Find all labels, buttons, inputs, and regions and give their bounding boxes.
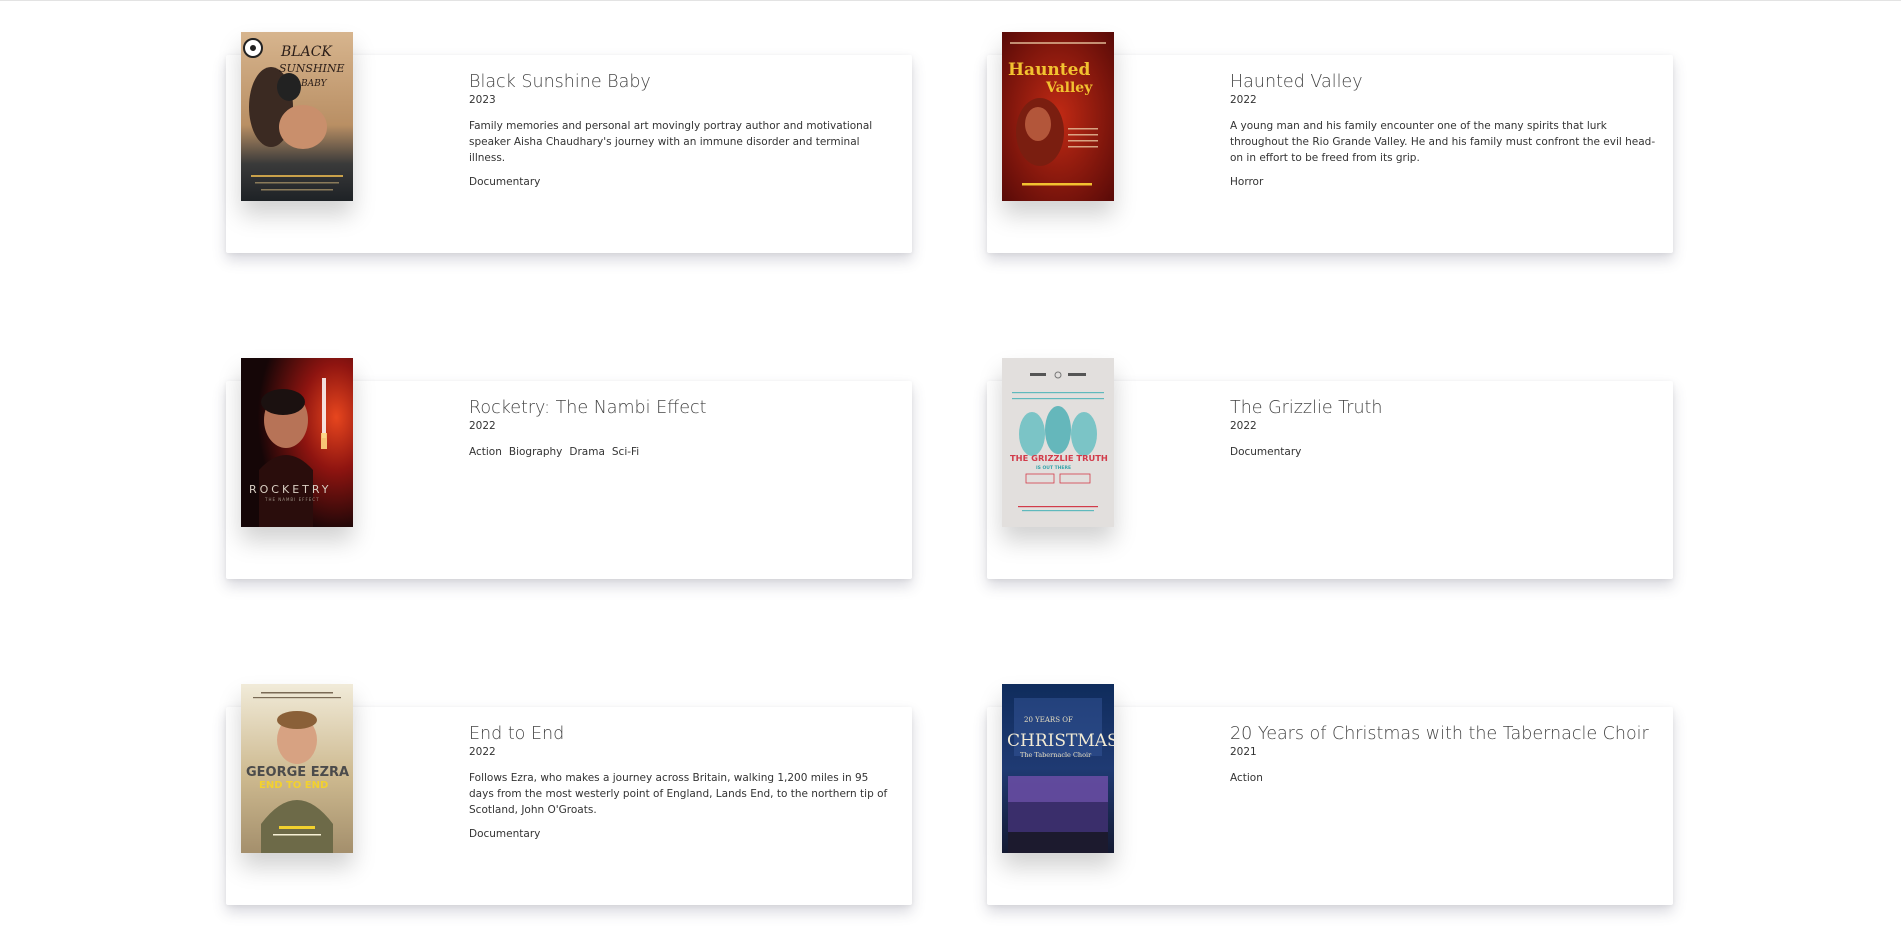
poster-text: The Tabernacle Choir <box>1020 751 1092 759</box>
movie-description: A young man and his family encounter one… <box>1230 120 1656 164</box>
movie-title[interactable]: 20 Years of Christmas with the Tabernacl… <box>1230 723 1657 745</box>
movie-card[interactable]: 20 YEARS OF CHRISTMAS The Tabernacle Cho… <box>987 684 1673 905</box>
movie-info: 20 Years of Christmas with the Tabernacl… <box>1230 723 1657 785</box>
movie-info: Haunted Valley 2022 A young man and his … <box>1230 71 1657 189</box>
genre-list: Documentary <box>469 828 896 841</box>
movie-poster[interactable]: THE GRIZZLIE TRUTH IS OUT THERE <box>1002 358 1114 527</box>
genre-tag: Documentary <box>469 828 541 840</box>
movie-card[interactable]: BLACK SUNSHINE BABY Black Sunshine Baby … <box>226 32 912 253</box>
poster-text: ROCKETRY <box>249 483 332 496</box>
movie-info: The Grizzlie Truth 2022 Documentary <box>1230 397 1657 459</box>
movie-title[interactable]: Rocketry: The Nambi Effect <box>469 397 896 419</box>
genre-tag: Biography <box>508 446 563 458</box>
movie-year: 2022 <box>1230 420 1257 432</box>
genre-tag: Action <box>1230 772 1263 784</box>
movie-card[interactable]: THE GRIZZLIE TRUTH IS OUT THERE The Griz… <box>987 358 1673 579</box>
genre-list: Horror <box>1230 176 1657 189</box>
movie-year: 2022 <box>469 420 496 432</box>
poster-text: THE GRIZZLIE TRUTH <box>1010 453 1108 463</box>
movie-poster[interactable]: 20 YEARS OF CHRISTMAS The Tabernacle Cho… <box>1002 684 1114 853</box>
poster-text: Valley <box>1045 80 1093 96</box>
poster-text: CHRISTMAS <box>1007 731 1114 751</box>
movie-description: Family memories and personal art movingl… <box>469 120 873 164</box>
top-divider <box>0 0 1901 1</box>
genre-tag: Drama <box>569 446 605 458</box>
movie-year: 2022 <box>469 746 496 758</box>
movie-year: 2022 <box>1230 94 1257 106</box>
genre-tag: Horror <box>1230 176 1264 188</box>
movie-poster[interactable]: Haunted Valley <box>1002 32 1114 201</box>
movie-title[interactable]: The Grizzlie Truth <box>1230 397 1657 419</box>
genre-list: Documentary <box>1230 446 1657 459</box>
movie-info: Rocketry: The Nambi Effect 2022 Action B… <box>469 397 896 459</box>
genre-tag: Documentary <box>469 176 541 188</box>
poster-text: THE NAMBI EFFECT <box>264 497 320 502</box>
movie-year: 2023 <box>469 94 496 106</box>
genre-tag: Sci-Fi <box>611 446 640 458</box>
poster-text: BABY <box>300 79 328 89</box>
genre-tag: Documentary <box>1230 446 1302 458</box>
genre-tag: Action <box>469 446 502 458</box>
poster-text: BLACK <box>280 44 333 60</box>
movie-poster[interactable]: GEORGE EZRA END TO END <box>241 684 353 853</box>
poster-text: IS OUT THERE <box>1036 465 1071 471</box>
movie-description: Follows Ezra, who makes a journey across… <box>469 772 888 816</box>
movie-card[interactable]: GEORGE EZRA END TO END End to End 2022 F… <box>226 684 912 905</box>
movie-title[interactable]: Haunted Valley <box>1230 71 1657 93</box>
poster-text: 20 YEARS OF <box>1024 716 1073 724</box>
movie-info: Black Sunshine Baby 2023 Family memories… <box>469 71 896 189</box>
movie-card[interactable]: ROCKETRY THE NAMBI EFFECT Rocketry: The … <box>226 358 912 579</box>
genre-list: Action <box>1230 772 1657 785</box>
movie-year: 2021 <box>1230 746 1257 758</box>
movie-title[interactable]: Black Sunshine Baby <box>469 71 896 93</box>
genre-list: Action Biography Drama Sci-Fi <box>469 446 896 459</box>
poster-text: END TO END <box>259 780 328 791</box>
movie-info: End to End 2022 Follows Ezra, who makes … <box>469 723 896 841</box>
poster-text: Haunted <box>1008 60 1090 80</box>
movie-poster[interactable]: BLACK SUNSHINE BABY <box>241 32 353 201</box>
movie-title[interactable]: End to End <box>469 723 896 745</box>
poster-text: GEORGE EZRA <box>246 765 349 780</box>
movie-poster[interactable]: ROCKETRY THE NAMBI EFFECT <box>241 358 353 527</box>
poster-text: SUNSHINE <box>279 62 345 75</box>
genre-list: Documentary <box>469 176 896 189</box>
movie-card[interactable]: Haunted Valley Haunted Valley 2022 A you… <box>987 32 1673 253</box>
